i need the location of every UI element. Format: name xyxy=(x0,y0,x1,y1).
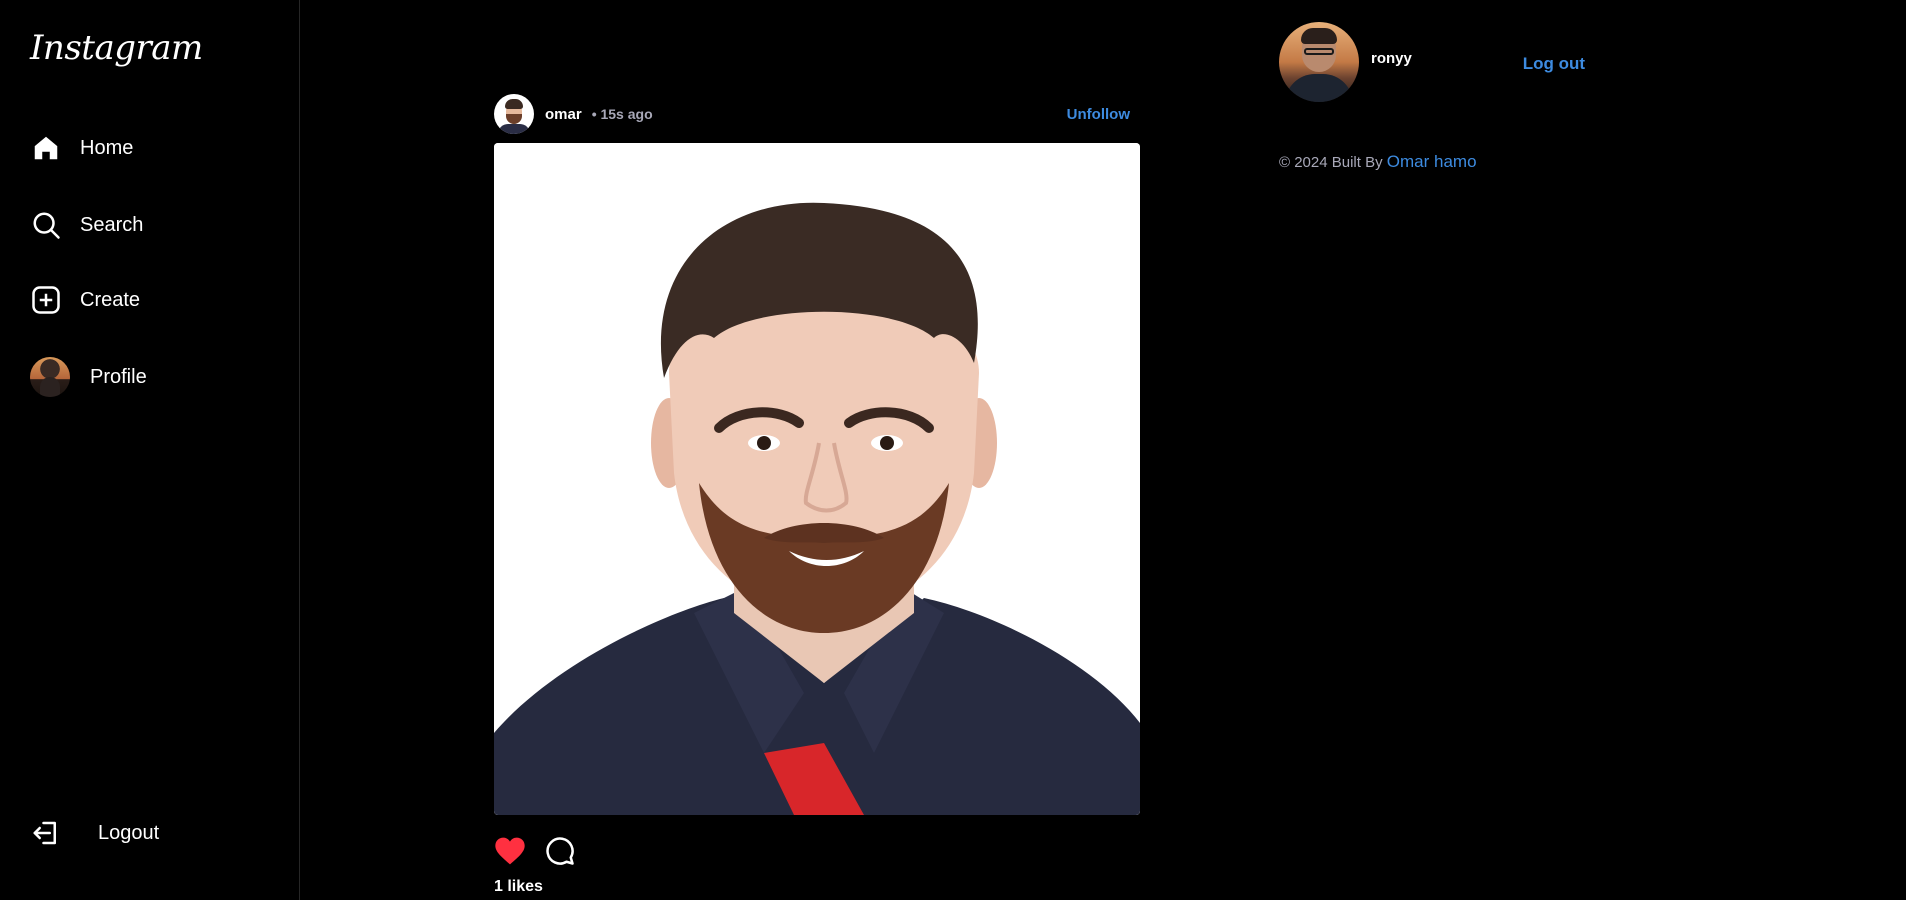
logout-icon xyxy=(30,817,62,849)
sidebar-item-create[interactable]: Create xyxy=(30,280,140,320)
footer-text: © 2024 Built By xyxy=(1279,154,1383,171)
create-icon xyxy=(30,284,62,316)
current-user-avatar[interactable] xyxy=(1279,22,1359,102)
likes-count: 1 likes xyxy=(494,878,543,895)
sidebar-item-label: Search xyxy=(80,213,144,236)
sidebar-item-label: Profile xyxy=(90,365,147,388)
logout-label: Logout xyxy=(98,821,160,844)
comment-icon xyxy=(546,837,574,865)
logout-button[interactable]: Logout xyxy=(30,813,159,853)
post-header: omar • 15s ago Unfollow xyxy=(494,93,1140,135)
unfollow-button[interactable]: Unfollow xyxy=(1067,106,1130,123)
current-user-card: ronyy Log out xyxy=(1279,22,1589,102)
comment-button[interactable] xyxy=(544,835,576,867)
post-timestamp: • 15s ago xyxy=(591,106,653,122)
current-username[interactable]: ronyy xyxy=(1371,50,1412,67)
sidebar-item-label: Home xyxy=(80,136,134,159)
home-icon xyxy=(30,132,62,164)
sidebar-item-home[interactable]: Home xyxy=(30,128,133,168)
instagram-logo[interactable]: Instagram xyxy=(30,28,203,68)
heart-icon xyxy=(495,837,525,865)
search-icon xyxy=(30,209,62,241)
post-username[interactable]: omar xyxy=(545,106,582,123)
post-actions xyxy=(494,835,594,867)
footer-author-link[interactable]: Omar hamo xyxy=(1387,152,1477,171)
avatar xyxy=(30,357,70,397)
post-image[interactable] xyxy=(494,143,1140,815)
sidebar: Instagram Home Search Create Profile Log… xyxy=(0,0,300,900)
sidebar-item-search[interactable]: Search xyxy=(30,205,143,245)
like-button[interactable] xyxy=(494,835,526,867)
log-out-link[interactable]: Log out xyxy=(1523,54,1585,74)
sidebar-item-label: Create xyxy=(80,288,141,311)
post-author-avatar[interactable] xyxy=(494,94,534,134)
sidebar-item-profile[interactable]: Profile xyxy=(30,357,147,397)
footer: © 2024 Built By Omar hamo xyxy=(1279,152,1477,172)
